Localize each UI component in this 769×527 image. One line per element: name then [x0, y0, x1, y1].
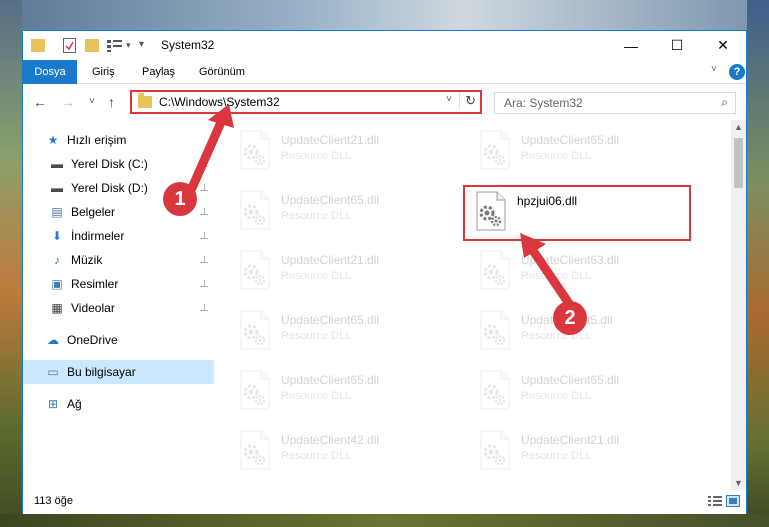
step-marker-1: 1	[163, 182, 197, 216]
step-marker-2: 2	[553, 301, 587, 335]
annotation-arrows	[187, 104, 575, 310]
